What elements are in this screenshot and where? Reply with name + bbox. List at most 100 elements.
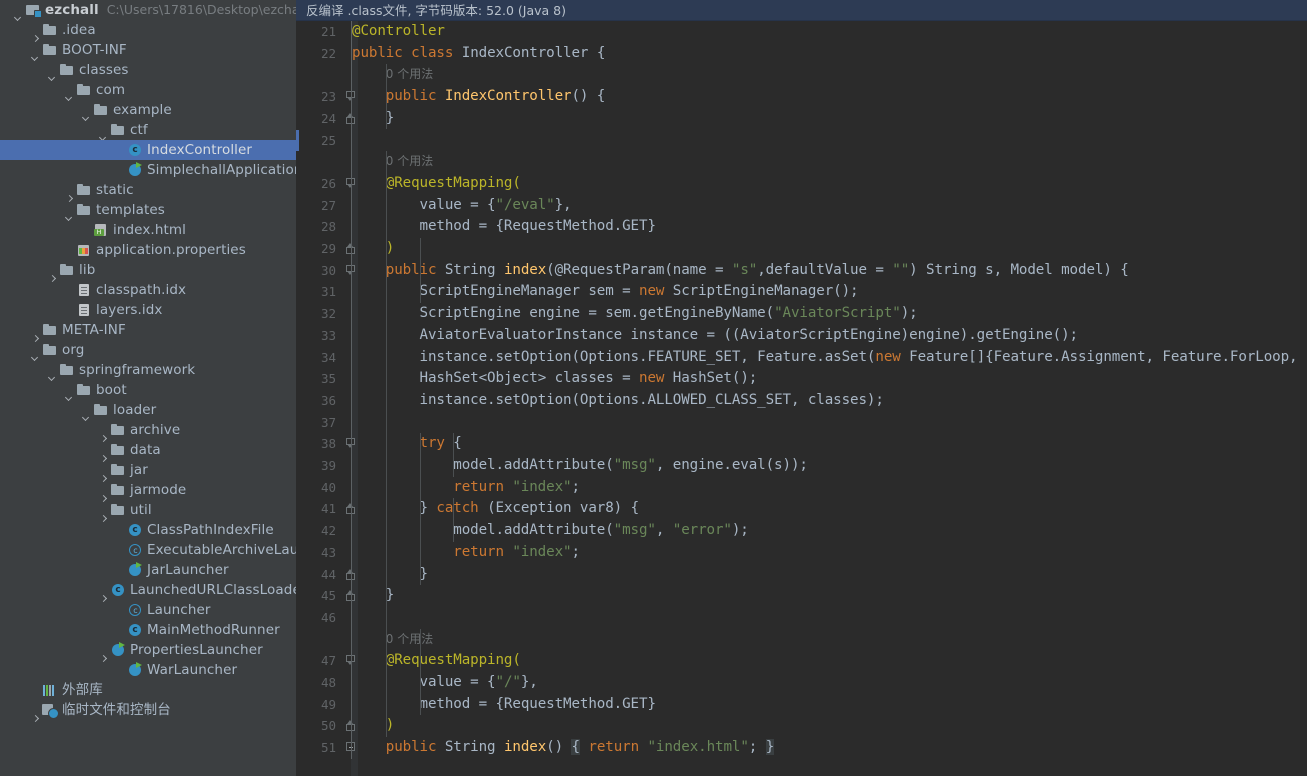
code-text[interactable]: @Controller <box>352 21 445 43</box>
code-line-39[interactable]: 39 model.addAttribute("msg", engine.eval(… <box>296 455 1307 477</box>
tree-row-launchedurlclassloader[interactable]: LaunchedURLClassLoader <box>0 580 296 600</box>
tree-row-propertieslauncher[interactable]: PropertiesLauncher <box>0 640 296 660</box>
code-text[interactable]: public class IndexController { <box>352 43 605 65</box>
tree-row-index-html[interactable]: index.html <box>0 220 296 240</box>
code-line-48[interactable]: 48 value = {"/"}, <box>296 672 1307 694</box>
code-line-29[interactable]: 29) <box>296 238 1307 260</box>
tree-row-boot[interactable]: boot <box>0 380 296 400</box>
code-text[interactable]: method = {RequestMethod.GET} <box>420 694 656 716</box>
code-text[interactable]: AviatorEvaluatorInstance instance = ((Av… <box>420 325 1079 347</box>
code-text[interactable]: } <box>420 564 429 586</box>
tree-row-springframework[interactable]: springframework <box>0 360 296 380</box>
usage-count-hint[interactable]: 0 个用法 <box>386 629 433 651</box>
tree-row-meta-inf[interactable]: META-INF <box>0 320 296 340</box>
tree-row-indexcontroller[interactable]: IndexController <box>0 140 296 160</box>
tree-row-org[interactable]: org <box>0 340 296 360</box>
code-text[interactable]: public String index(@RequestParam(name =… <box>386 260 1129 282</box>
tree-row-util[interactable]: util <box>0 500 296 520</box>
code-text[interactable]: return "index"; <box>453 542 580 564</box>
code-area[interactable]: 21 @Controller 22 public class IndexControl… <box>296 21 1307 776</box>
usage-count-hint[interactable]: 0 个用法 <box>386 64 433 86</box>
code-line-38[interactable]: 38 try { <box>296 433 1307 455</box>
tree-row-data[interactable]: data <box>0 440 296 460</box>
code-text[interactable]: } <box>386 585 395 607</box>
usage-hint-row[interactable]: 0 个用法 <box>296 151 1307 173</box>
tree-row-boot-inf[interactable]: BOOT-INF <box>0 40 296 60</box>
code-text[interactable]: public String index() { return "index.ht… <box>386 737 774 759</box>
code-text[interactable]: HashSet<Object> classes = new HashSet(); <box>420 368 758 390</box>
code-line-43[interactable]: 43 return "index"; <box>296 542 1307 564</box>
tree-row--idea[interactable]: .idea <box>0 20 296 40</box>
project-tool-window[interactable]: ezchall C:\Users\17816\Desktop\ezchall .… <box>0 0 296 776</box>
code-text[interactable]: value = {"/"}, <box>420 672 538 694</box>
code-line-30[interactable]: 30 public String index(@RequestParam(name… <box>296 260 1307 282</box>
code-line-49[interactable]: 49 method = {RequestMethod.GET} <box>296 694 1307 716</box>
code-line-33[interactable]: 33 AviatorEvaluatorInstance instance = ((… <box>296 325 1307 347</box>
tree-row-ctf[interactable]: ctf <box>0 120 296 140</box>
code-text[interactable]: instance.setOption(Options.FEATURE_SET, … <box>420 347 1307 369</box>
tree-row-jarmode[interactable]: jarmode <box>0 480 296 500</box>
tree-row-static[interactable]: static <box>0 180 296 200</box>
code-line-24[interactable]: 24} <box>296 108 1307 130</box>
code-line-34[interactable]: 34 instance.setOption(Options.FEATURE_SET… <box>296 347 1307 369</box>
tree-row-classpath-idx[interactable]: classpath.idx <box>0 280 296 300</box>
tree-row-com[interactable]: com <box>0 80 296 100</box>
tree-row-mainmethodrunner[interactable]: MainMethodRunner <box>0 620 296 640</box>
tree-row-simplechallapplication[interactable]: SimplechallApplication <box>0 160 296 180</box>
code-line-40[interactable]: 40 return "index"; <box>296 477 1307 499</box>
usage-hint-row[interactable]: 0 个用法 <box>296 629 1307 651</box>
tree-row-loader[interactable]: loader <box>0 400 296 420</box>
tree-row-executablearchivelauncher[interactable]: ExecutableArchiveLauncher <box>0 540 296 560</box>
code-line-26[interactable]: 26 @RequestMapping( <box>296 173 1307 195</box>
code-line-50[interactable]: 50) <box>296 715 1307 737</box>
code-text[interactable]: ) <box>386 238 395 260</box>
code-line-45[interactable]: 45} <box>296 585 1307 607</box>
tree-row-classes[interactable]: classes <box>0 60 296 80</box>
code-line-44[interactable]: 44} <box>296 564 1307 586</box>
code-line-42[interactable]: 42 model.addAttribute("msg", "error"); <box>296 520 1307 542</box>
usage-hint-row[interactable]: 0 个用法 <box>296 64 1307 86</box>
tree-row-project-root[interactable]: ezchall C:\Users\17816\Desktop\ezchall <box>0 0 296 20</box>
code-line-21[interactable]: 21 @Controller <box>296 21 1307 43</box>
code-text[interactable]: model.addAttribute("msg", "error"); <box>453 520 749 542</box>
tree-row-templates[interactable]: templates <box>0 200 296 220</box>
code-line-37[interactable]: 37 <box>296 412 1307 434</box>
code-text[interactable]: model.addAttribute("msg", engine.eval(s)… <box>453 455 808 477</box>
code-line-35[interactable]: 35 HashSet<Object> classes = new HashSet(… <box>296 368 1307 390</box>
code-line-32[interactable]: 32 ScriptEngine engine = sem.getEngineByN… <box>296 303 1307 325</box>
code-text[interactable]: instance.setOption(Options.ALLOWED_CLASS… <box>420 390 884 412</box>
code-line-27[interactable]: 27 value = {"/eval"}, <box>296 195 1307 217</box>
code-line-47[interactable]: 47 @RequestMapping( <box>296 650 1307 672</box>
code-text[interactable]: @RequestMapping( <box>386 173 521 195</box>
code-text[interactable]: ScriptEngineManager sem = new ScriptEngi… <box>420 281 859 303</box>
tree-row-application-properties[interactable]: application.properties <box>0 240 296 260</box>
code-text[interactable]: method = {RequestMethod.GET} <box>420 216 656 238</box>
tree-row-jarlauncher[interactable]: JarLauncher <box>0 560 296 580</box>
tree-row-jar[interactable]: jar <box>0 460 296 480</box>
code-line-25[interactable]: 25 <box>296 129 1307 152</box>
code-text[interactable]: return "index"; <box>453 477 580 499</box>
code-text[interactable]: ScriptEngine engine = sem.getEngineByNam… <box>420 303 918 325</box>
code-line-23[interactable]: 23 public IndexController() { <box>296 86 1307 108</box>
tree-row--[interactable]: 外部库 <box>0 680 296 700</box>
code-line-31[interactable]: 31 ScriptEngineManager sem = new ScriptEn… <box>296 281 1307 303</box>
code-line-41[interactable]: 41} catch (Exception var8) { <box>296 498 1307 520</box>
tree-row-archive[interactable]: archive <box>0 420 296 440</box>
code-line-36[interactable]: 36 instance.setOption(Options.ALLOWED_CLA… <box>296 390 1307 412</box>
editor-pane[interactable]: 反编译 .class文件, 字节码版本: 52.0 (Java 8) 21 @Co… <box>296 0 1307 776</box>
code-line-51[interactable]: 51 public String index() { return "index.… <box>296 737 1307 759</box>
tree-row-example[interactable]: example <box>0 100 296 120</box>
code-line-22[interactable]: 22 public class IndexController { <box>296 43 1307 65</box>
code-text[interactable]: } <box>386 108 395 130</box>
tree-row-layers-idx[interactable]: layers.idx <box>0 300 296 320</box>
tree-row-classpathindexfile[interactable]: ClassPathIndexFile <box>0 520 296 540</box>
code-line-46[interactable]: 46 <box>296 607 1307 629</box>
code-text[interactable]: try { <box>420 433 462 455</box>
code-text[interactable]: public IndexController() { <box>386 86 606 108</box>
code-text[interactable]: ) <box>386 715 395 737</box>
usage-count-hint[interactable]: 0 个用法 <box>386 151 433 173</box>
code-text[interactable]: @RequestMapping( <box>386 650 521 672</box>
tree-row--[interactable]: 临时文件和控制台 <box>0 700 296 720</box>
code-line-28[interactable]: 28 method = {RequestMethod.GET} <box>296 216 1307 238</box>
tree-row-lib[interactable]: lib <box>0 260 296 280</box>
